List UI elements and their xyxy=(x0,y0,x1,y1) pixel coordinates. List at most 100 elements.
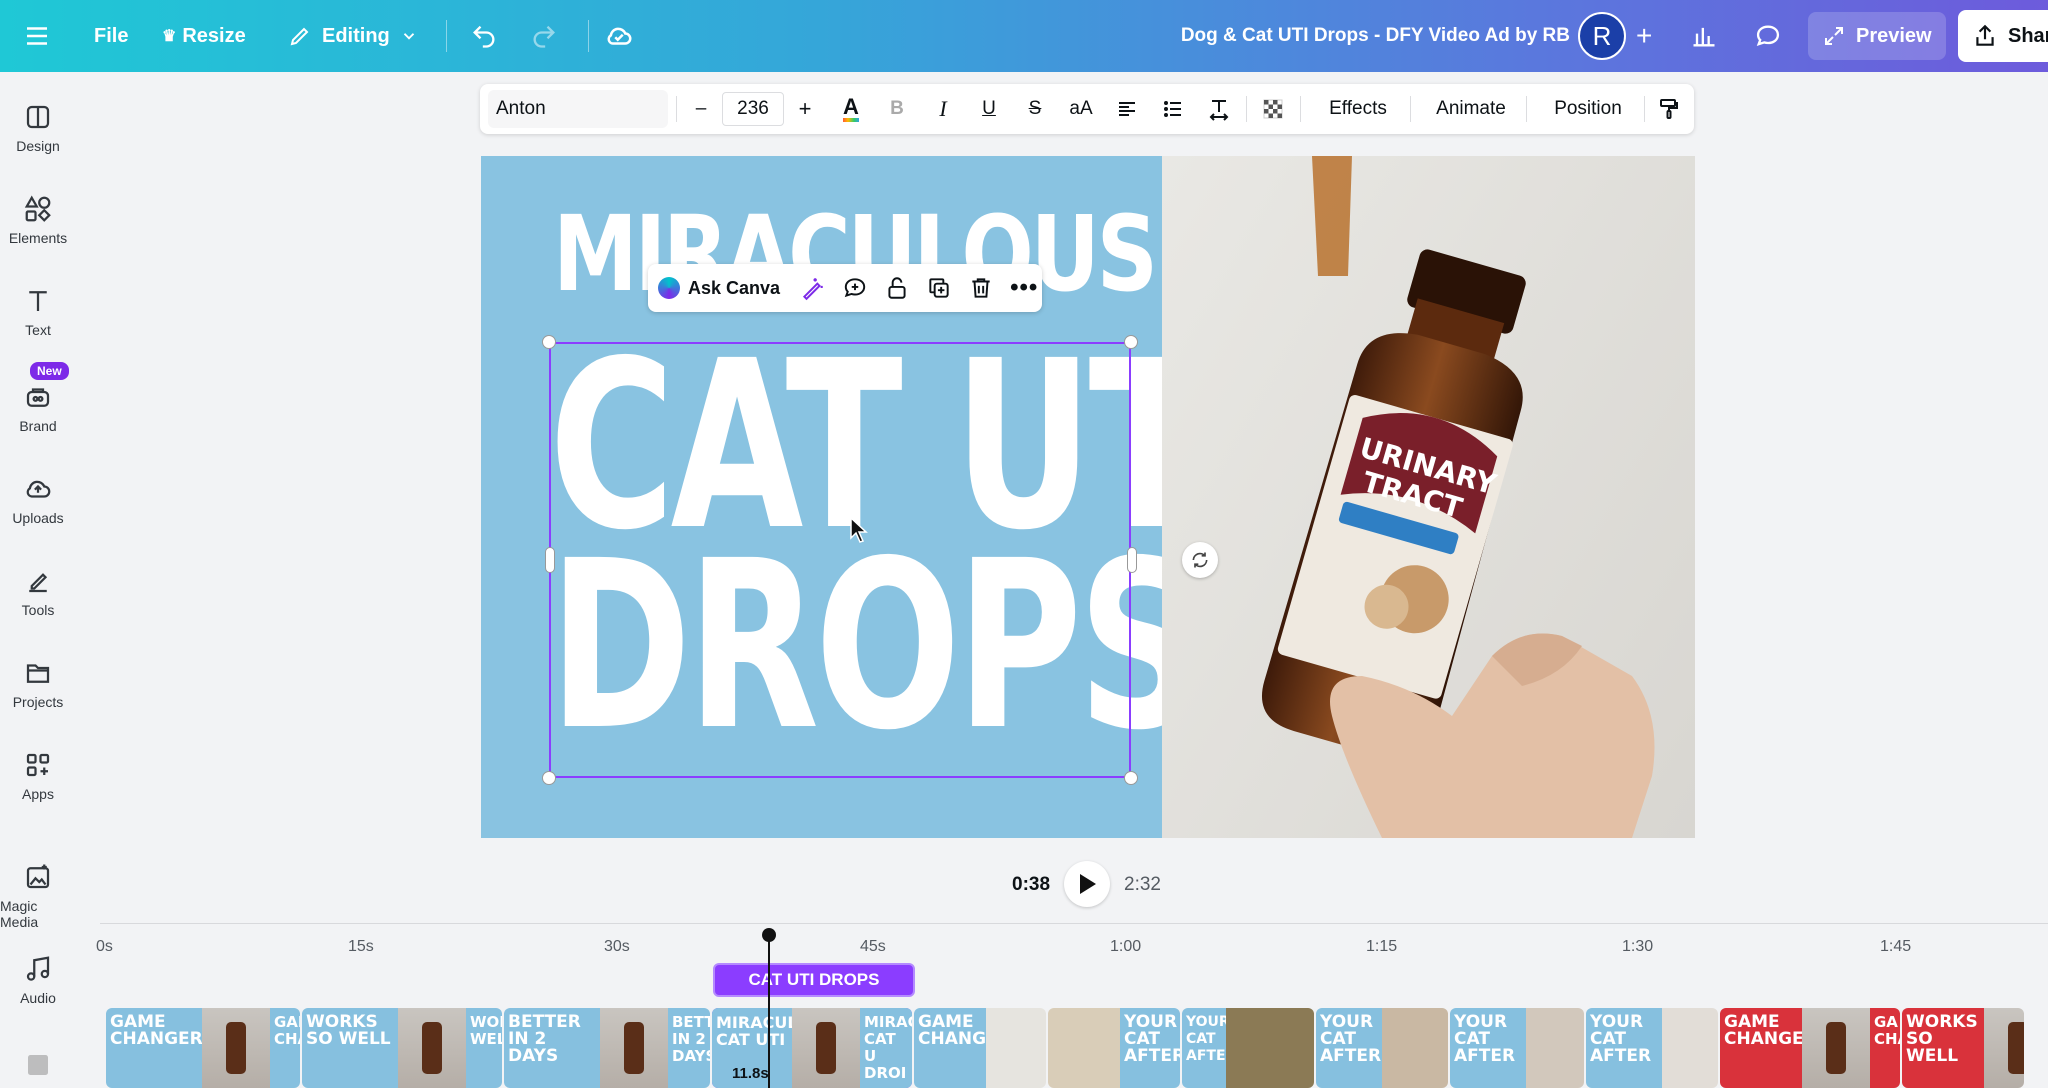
resize-label: Resize xyxy=(182,24,246,47)
lock-icon[interactable] xyxy=(884,275,910,301)
clip-thumbnail: YOUR CAT AFTER xyxy=(1182,1008,1226,1088)
text-layer-clip[interactable]: CAT UTI DROPS xyxy=(713,963,915,997)
video-clip[interactable]: YOUR CAT AFTER xyxy=(1182,1008,1314,1088)
timeline-tick: 0s xyxy=(96,938,113,955)
duplicate-icon[interactable] xyxy=(926,275,952,301)
video-clip[interactable]: YOUR CAT AFTER xyxy=(1450,1008,1584,1088)
font-family-dropdown[interactable]: Anton xyxy=(488,90,668,128)
sidebar-item-tools[interactable]: Tools xyxy=(0,566,76,618)
sidebar-item-uploads[interactable]: Uploads xyxy=(0,474,76,526)
video-clip[interactable]: GAME CHANGER GA CHA xyxy=(1720,1008,1900,1088)
clip-thumbnail: WORKS SO WELL xyxy=(302,1008,398,1088)
timeline-tick: 1:00 xyxy=(1110,938,1142,955)
bold-icon[interactable]: B xyxy=(876,84,918,134)
video-clip[interactable]: GAME CHANGER xyxy=(914,1008,1046,1088)
current-time: 0:38 xyxy=(1012,874,1051,895)
audio-icon xyxy=(26,956,50,981)
sidebar-item-brand[interactable]: Brand xyxy=(0,382,76,434)
video-clip[interactable]: WORKS SO WELL WORKS WELL xyxy=(302,1008,502,1088)
video-clip[interactable]: WORKS SO WELL xyxy=(1902,1008,2024,1088)
sidebar-item-label: Magic Media xyxy=(0,898,39,930)
effects-button[interactable]: Effects xyxy=(1306,84,1410,134)
avatar[interactable]: R xyxy=(1578,12,1626,60)
position-button[interactable]: Position xyxy=(1532,84,1644,134)
document-title[interactable]: Dog & Cat UTI Drops - DFY Video Ad by RB xyxy=(1181,0,1570,72)
trash-icon[interactable] xyxy=(968,275,994,301)
underline-icon[interactable]: U xyxy=(968,84,1010,134)
comment-icon[interactable] xyxy=(1754,0,1782,72)
text-color-icon[interactable]: A xyxy=(830,84,872,134)
playhead-handle[interactable] xyxy=(762,928,776,942)
sidebar-item-elements[interactable]: Elements xyxy=(0,194,76,246)
divider xyxy=(1644,96,1645,122)
sidebar-item-audio[interactable]: Audio xyxy=(0,954,76,1006)
clip-thumbnail: BETTE IN 2 DAYS xyxy=(668,1008,710,1088)
resize-handle-left[interactable] xyxy=(545,547,555,573)
menu-icon[interactable] xyxy=(22,0,52,72)
cloud-saved-icon[interactable] xyxy=(604,0,634,72)
decrease-font-size-button[interactable]: – xyxy=(680,84,722,134)
bullet-list-icon[interactable] xyxy=(1152,84,1194,134)
expand-icon xyxy=(1825,27,1843,45)
sidebar-item-magic-media[interactable]: Magic Media xyxy=(0,862,76,930)
paint-roller-icon[interactable] xyxy=(1648,84,1690,134)
resize-handle-bottom-left[interactable] xyxy=(542,771,556,785)
rotate-handle[interactable] xyxy=(1182,542,1218,578)
clip-thumbnail xyxy=(1226,1008,1314,1088)
clip-thumbnail: YOUR CAT AFTER xyxy=(1316,1008,1382,1088)
divider xyxy=(1526,96,1527,122)
add-collaborator-icon[interactable]: + xyxy=(1636,0,1652,72)
resize-handle-right[interactable] xyxy=(1127,547,1137,573)
video-clip[interactable]: YOUR CAT AFTER xyxy=(1316,1008,1448,1088)
video-clip[interactable]: YOUR CAT AFTER xyxy=(1586,1008,1718,1088)
play-button[interactable] xyxy=(1064,861,1110,907)
strikethrough-icon[interactable]: S xyxy=(1014,84,1056,134)
canva-logo-icon xyxy=(658,277,680,299)
preview-label: Preview xyxy=(1856,24,1932,47)
more-options-icon[interactable]: ••• xyxy=(1010,274,1038,302)
bottle-photo-image: URINARY TRACT xyxy=(1261,156,1655,838)
sidebar-item-more[interactable] xyxy=(0,1050,76,1086)
playhead[interactable] xyxy=(768,930,770,1088)
undo-icon[interactable] xyxy=(470,0,498,72)
editing-mode-button[interactable]: Editing xyxy=(288,0,418,72)
preview-button[interactable]: Preview xyxy=(1808,12,1946,60)
font-size-input[interactable]: 236 xyxy=(722,92,784,126)
tools-icon xyxy=(29,573,48,593)
design-canvas[interactable]: MIRACULOUS CAT UTI DROPS URINARY TRACT xyxy=(481,156,1695,838)
sidebar-item-projects[interactable]: Projects xyxy=(0,658,76,710)
magic-edit-icon[interactable] xyxy=(800,275,826,301)
resize-handle-top-left[interactable] xyxy=(542,335,556,349)
element-context-menu: Ask Canva ••• xyxy=(648,264,1042,312)
product-photo[interactable]: URINARY TRACT xyxy=(1162,156,1695,838)
video-clip[interactable]: BETTER IN 2 DAYS BETTE IN 2 DAYS xyxy=(504,1008,710,1088)
share-button[interactable]: Share xyxy=(1958,10,2048,62)
sidebar-item-design[interactable]: Design xyxy=(0,102,76,154)
video-clip[interactable]: YOUR CAT AFTER xyxy=(1048,1008,1180,1088)
resize-button[interactable]: ♛ Resize xyxy=(162,0,246,72)
clip-thumbnail xyxy=(986,1008,1046,1088)
video-clip[interactable]: GAME CHANGER GAM CHANG xyxy=(106,1008,300,1088)
sidebar-item-text[interactable]: Text xyxy=(0,286,76,338)
video-clip-selected[interactable]: MIRACULOUS CAT UTI MIRACU CAT U DROI 11.… xyxy=(712,1008,912,1088)
clip-thumbnail xyxy=(792,1008,860,1088)
resize-handle-bottom-right[interactable] xyxy=(1124,771,1138,785)
clip-thumbnail: GAME CHANGER xyxy=(1720,1008,1802,1088)
insights-icon[interactable] xyxy=(1690,0,1718,72)
comment-add-icon[interactable] xyxy=(842,275,868,301)
sidebar-item-label: Design xyxy=(16,138,60,154)
redo-icon[interactable] xyxy=(530,0,558,72)
sidebar-item-apps[interactable]: Apps xyxy=(0,750,76,802)
divider xyxy=(1410,96,1411,122)
align-left-icon[interactable] xyxy=(1106,84,1148,134)
letter-case-button[interactable]: aA xyxy=(1060,84,1102,134)
italic-icon[interactable]: I xyxy=(922,84,964,134)
animate-button[interactable]: Animate xyxy=(1416,84,1526,134)
file-menu[interactable]: File xyxy=(94,0,128,72)
resize-handle-top-right[interactable] xyxy=(1124,335,1138,349)
share-label: Share xyxy=(2008,24,2048,47)
spacing-icon[interactable] xyxy=(1198,84,1240,134)
ask-canva-button[interactable]: Ask Canva xyxy=(658,277,780,299)
transparency-icon[interactable] xyxy=(1252,84,1294,134)
increase-font-size-button[interactable]: + xyxy=(784,84,826,134)
